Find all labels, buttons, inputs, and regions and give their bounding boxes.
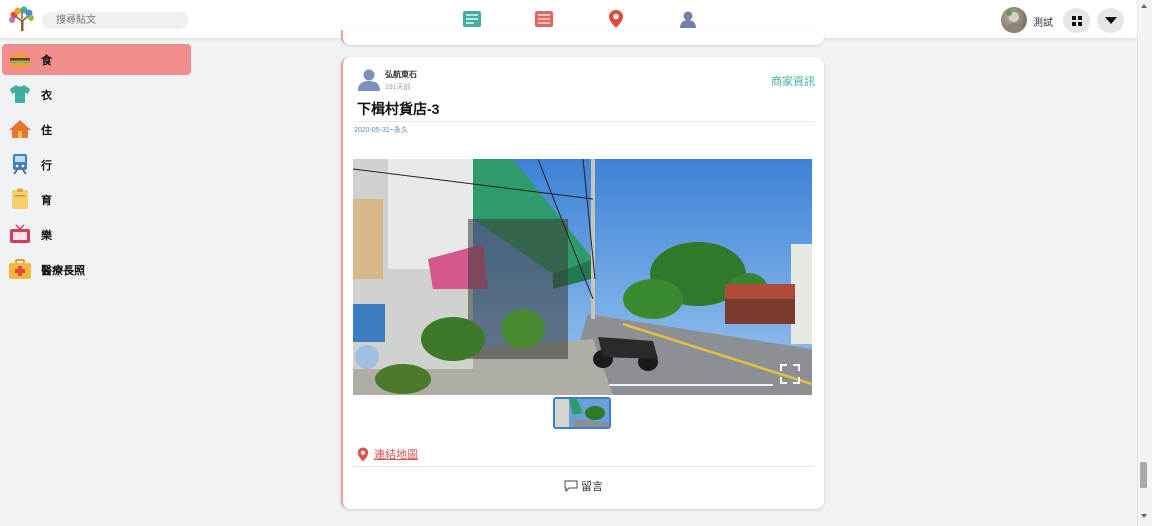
sidebar-item-label: 行: [41, 159, 52, 172]
sidebar-item-label: 住: [41, 124, 52, 137]
list-icon: [535, 11, 553, 27]
post-photo[interactable]: [353, 159, 812, 395]
user-name[interactable]: 測試: [1033, 14, 1053, 29]
scrollbar-thumb[interactable]: [1140, 462, 1147, 488]
search-input[interactable]: [42, 12, 188, 29]
previous-post-card: [341, 30, 824, 45]
scroll-up-arrow-icon[interactable]: [1141, 4, 1147, 8]
post-time: 191天前: [385, 84, 411, 91]
sidebar-item-medical[interactable]: 醫療長照: [2, 254, 191, 285]
map-pin-icon: [609, 10, 623, 28]
grid-icon: [1071, 15, 1082, 26]
divider: [353, 466, 814, 467]
sidebar-item-label: 醫療長照: [41, 264, 85, 277]
medical-kit-icon: [9, 259, 31, 279]
sidebar-item-label: 食: [41, 54, 52, 67]
person-icon: [680, 11, 696, 28]
shirt-icon: [10, 85, 30, 103]
post-title: 下楫村貨店-3: [357, 101, 440, 117]
clipboard-icon: [12, 188, 28, 209]
sidebar-item-label: 育: [41, 194, 52, 207]
caret-down-icon: [1104, 16, 1117, 24]
sidebar-item-education[interactable]: 育: [2, 184, 191, 215]
sidebar-item-clothing[interactable]: 衣: [2, 79, 191, 110]
category-tag[interactable]: 商家資訊: [771, 73, 815, 89]
sidebar-item-label: 樂: [41, 229, 52, 242]
train-icon: [13, 154, 27, 175]
tree-logo-icon[interactable]: [8, 6, 36, 32]
apps-menu-button[interactable]: [1063, 8, 1090, 33]
comment-icon: [564, 480, 578, 492]
street-photo: [353, 159, 812, 395]
sidebar-item-food[interactable]: 食: [2, 44, 191, 75]
map-link-label[interactable]: 連結地圖: [374, 446, 418, 462]
sidebar-item-housing[interactable]: 住: [2, 114, 191, 145]
sidebar-item-entertainment[interactable]: 樂: [2, 219, 191, 250]
comment-label: 留言: [581, 481, 603, 493]
photo-thumbnail[interactable]: [553, 397, 611, 429]
post-card: 弘航東石 191天前 商家資訊 下楫村貨店-3 2020-05-31~永久 連結…: [341, 57, 824, 509]
tv-icon: [10, 224, 30, 243]
account-dropdown-button[interactable]: [1097, 8, 1124, 33]
avatar-photo-icon: [1005, 10, 1023, 33]
burger-icon: [10, 53, 30, 67]
page-scrollbar[interactable]: [1137, 0, 1152, 526]
house-icon: [9, 120, 31, 138]
scroll-down-arrow-icon[interactable]: [1141, 514, 1147, 518]
sidebar-item-transport[interactable]: 行: [2, 149, 191, 180]
post-author[interactable]: 弘航東石: [385, 69, 417, 80]
sidebar-item-label: 衣: [41, 89, 52, 102]
divider: [353, 121, 814, 122]
author-avatar-icon[interactable]: [356, 67, 380, 91]
thumbnail-image: [555, 399, 609, 427]
comment-button[interactable]: 留言: [343, 478, 824, 494]
user-avatar[interactable]: [1001, 7, 1027, 33]
posts-feed-icon: [463, 11, 481, 27]
map-link[interactable]: 連結地圖: [357, 446, 418, 462]
post-date-range: 2020-05-31~永久: [354, 127, 408, 134]
location-pin-icon: [357, 447, 369, 461]
